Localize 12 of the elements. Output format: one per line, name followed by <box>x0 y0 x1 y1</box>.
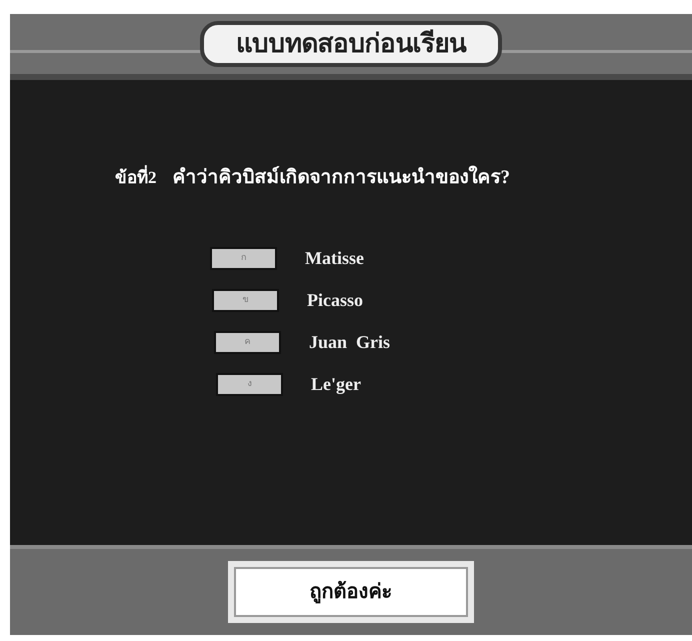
feedback-text: ถูกต้องค่ะ <box>310 580 392 606</box>
question-text: คำว่าคิวบิสม์เกิดจากการแนะนำของใคร? <box>172 164 510 190</box>
title-banner: แบบทดสอบก่อนเรียน <box>200 21 502 67</box>
choice-label: Juan Gris <box>309 330 390 354</box>
choice-button[interactable]: ง <box>216 372 283 396</box>
choice-button[interactable]: ก <box>210 246 277 270</box>
choice-button[interactable]: ข <box>212 288 279 312</box>
choice-label: Matisse <box>305 246 364 270</box>
choice-label: Picasso <box>307 288 363 312</box>
choice-label: Le'ger <box>311 372 361 396</box>
question-number: ข้อที่2 <box>115 165 156 190</box>
choice-button[interactable]: ค <box>214 330 281 354</box>
